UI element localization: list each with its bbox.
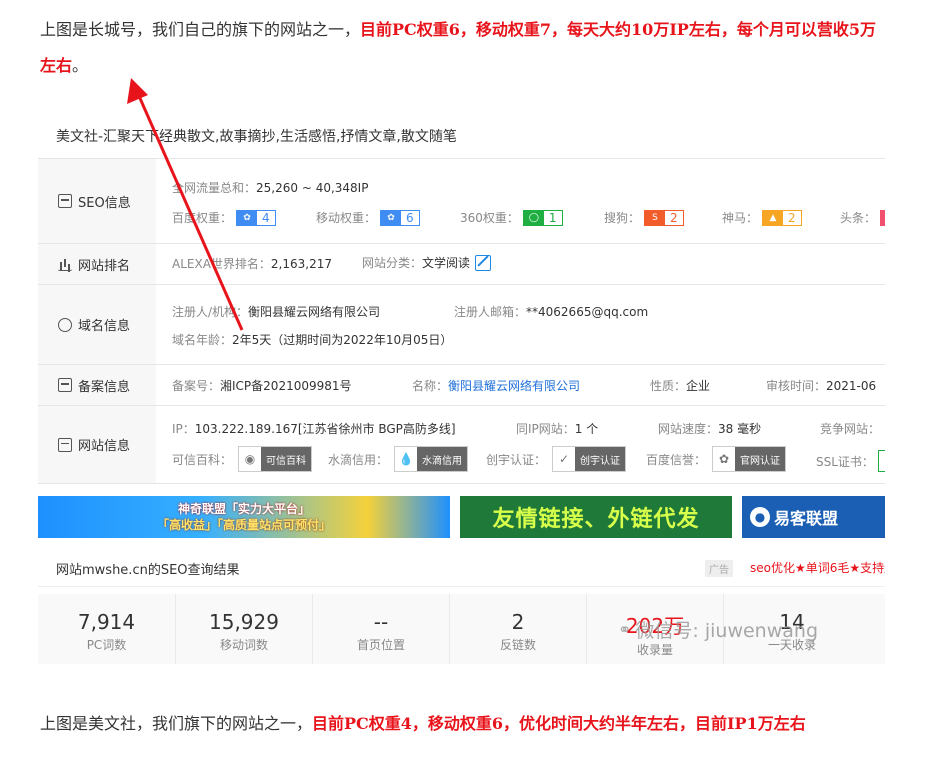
intro-text: 上图是长城号，我们自己的旗下的网站之一，: [40, 20, 361, 39]
ip-label: IP：: [172, 422, 195, 436]
icp-row: 备案信息 备案号： 湘ICP备2021009981号 名称： 衡阳县耀云网络有限公司…: [38, 365, 885, 406]
seo-screenshot: 美文社-汇聚天下经典散文,故事摘抄,生活感悟,抒情文章,散文随笔 SEO信息 全…: [38, 118, 885, 678]
browser-icon: [58, 437, 72, 452]
stat-pc-words[interactable]: 7,914 PC词数: [38, 594, 175, 664]
rank-label: 网站排名: [78, 258, 131, 274]
seo-info-row: SEO信息 全网流量总和： 25,260 ~ 40,348IP 百度权重： ✿ 4 移…: [38, 159, 885, 244]
wechat-watermark: ⚭ 微信号: jiuwenwang: [618, 620, 819, 642]
yike-logo-icon: ●: [750, 507, 770, 527]
email-label: 注册人邮箱：: [454, 305, 527, 319]
registrant-label: 注册人/机构：: [172, 305, 249, 319]
ssl-icon: [877, 450, 885, 472]
circle-icon: ◯: [523, 210, 544, 225]
paw-icon: ✿: [237, 210, 258, 225]
document-icon: [58, 194, 72, 208]
results-title: 网站mwshe.cn的SEO查询结果: [56, 563, 240, 578]
toutiao-weight[interactable]: 头条：: [840, 209, 885, 226]
category-value: 文学阅读: [422, 256, 471, 270]
water-credit[interactable]: 水滴信用： 💧 水滴信用: [328, 446, 469, 472]
site-info-head: 网站信息: [38, 406, 156, 483]
wechat-icon: ⚭: [618, 620, 632, 639]
traffic-label: 全网流量总和：: [172, 181, 257, 195]
category-label: 网站分类：: [362, 256, 423, 270]
sogou-icon: S: [645, 210, 666, 225]
icp-no-value: 湘ICP备2021009981号: [220, 379, 352, 393]
mobile-weight[interactable]: 移动权重： ✿ 6: [316, 209, 420, 226]
globe-icon: [58, 317, 72, 332]
intro-paragraph: 上图是长城号，我们自己的旗下的网站之一，目前PC权重6，移动权重7，每天大约10…: [40, 12, 890, 84]
registrant-value: 衡阳县耀云网络有限公司: [248, 305, 381, 319]
icp-name-link[interactable]: 衡阳县耀云网络有限公司: [448, 377, 580, 394]
ip-value: 103.222.189.167[江苏省徐州市 BGP高防多线]: [194, 422, 456, 436]
document-icon: [58, 378, 72, 392]
speed-label: 网站速度：: [658, 422, 719, 436]
stat-home-position[interactable]: -- 首页位置: [312, 594, 449, 664]
outro-text: 上图是美文社，我们旗下的网站之一，: [40, 714, 313, 733]
age-value: 2年5天（过期时间为2022年10月05日）: [232, 333, 453, 347]
compete-label: 竞争网站：: [820, 422, 881, 436]
chuangyu-cert[interactable]: 创宇认证： ✓ 创宇认证: [486, 446, 627, 472]
toutiao-icon: [881, 210, 885, 225]
seo-info-label: SEO信息: [78, 195, 131, 211]
baidu-weight[interactable]: 百度权重： ✿ 4: [172, 209, 276, 226]
icp-date-value: 2021-06: [826, 378, 877, 393]
domain-row: 域名信息 注册人/机构： 衡阳县耀云网络有限公司 注册人邮箱： **4062665@…: [38, 285, 885, 365]
bar-chart-icon: [58, 257, 72, 271]
edit-icon[interactable]: [475, 254, 492, 271]
outro-paragraph: 上图是美文社，我们旗下的网站之一，目前PC权重4，移动权重6，优化时间大约半年左…: [40, 706, 890, 742]
site-info-label: 网站信息: [78, 439, 131, 454]
age-label: 域名年龄：: [172, 333, 233, 347]
banner-shenqi[interactable]: 神奇联盟「实力大平台」 「高收益」「高质量站点可预付」: [38, 496, 450, 538]
shield-icon: ◉: [239, 447, 262, 471]
paw-icon: ✿: [381, 210, 402, 225]
ad-link[interactable]: seo优化★单词6毛★支持送: [750, 559, 885, 576]
banner-shenqi-line2: 「高收益」「高质量站点可预付」: [156, 518, 331, 532]
baidu-credit[interactable]: 百度信誉： ✿ 官网认证: [646, 446, 787, 472]
rank-head: 网站排名: [38, 244, 156, 284]
sameip-label: 同IP网站：: [516, 422, 575, 436]
shenma-weight[interactable]: 神马： ▲ 2: [722, 209, 802, 226]
banner-yike[interactable]: ● 易客联盟: [742, 496, 885, 538]
icp-label: 备案信息: [78, 379, 131, 395]
stat-backlinks[interactable]: 2 反链数: [449, 594, 586, 664]
banner-yike-text: 易客联盟: [774, 509, 839, 528]
icp-name-label: 名称：: [412, 379, 449, 393]
check-shield-icon: ✓: [553, 447, 576, 471]
trust-baike[interactable]: 可信百科： ◉ 可信百科: [172, 446, 313, 472]
alexa-value: 2,163,217: [270, 256, 332, 271]
speed-value: 38 毫秒: [718, 422, 762, 436]
icp-type-label: 性质：: [650, 379, 687, 393]
sogou-weight[interactable]: 搜狗： S 2: [604, 209, 684, 226]
ad-tag: 广告: [705, 560, 733, 577]
ssl-cert[interactable]: SSL证书：: [816, 450, 885, 472]
sameip-value: 1 个: [574, 422, 599, 436]
icp-date-label: 审核时间：: [766, 379, 827, 393]
site-title: 美文社-汇聚天下经典散文,故事摘抄,生活感悟,抒情文章,散文随笔: [56, 129, 457, 145]
horse-icon: ▲: [763, 210, 784, 225]
site-info-row: 网站信息 IP： 103.222.189.167[江苏省徐州市 BGP高防多线] …: [38, 406, 885, 484]
icp-no-label: 备案号：: [172, 379, 221, 393]
intro-end: 。: [72, 56, 89, 75]
banner-links-text: 友情链接、外链代发: [492, 507, 700, 532]
email-value: **4062665@qq.com: [526, 304, 649, 319]
water-drop-icon: 💧: [395, 447, 418, 471]
icp-head: 备案信息: [38, 365, 156, 405]
icp-type-value: 企业: [686, 379, 711, 393]
weight-360[interactable]: 360权重： ◯ 1: [460, 209, 563, 226]
banner-shenqi-line1: 神奇联盟「实力大平台」: [177, 502, 310, 516]
domain-head: 域名信息: [38, 285, 156, 364]
banner-links[interactable]: 友情链接、外链代发: [460, 496, 732, 538]
rank-row: 网站排名 ALEXA世界排名： 2,163,217 网站分类： 文学阅读: [38, 244, 885, 285]
seo-info-head: SEO信息: [38, 159, 156, 243]
traffic-value: 25,260 ~ 40,348IP: [256, 180, 369, 195]
alexa-label: ALEXA世界排名：: [172, 257, 271, 271]
divider: [38, 586, 885, 587]
outro-highlight: 目前PC权重4，移动权重6，优化时间大约半年左右，目前IP1万左右: [312, 714, 806, 733]
stat-mobile-words[interactable]: 15,929 移动词数: [175, 594, 312, 664]
domain-label: 域名信息: [78, 319, 131, 334]
paw-icon: ✿: [713, 447, 736, 471]
